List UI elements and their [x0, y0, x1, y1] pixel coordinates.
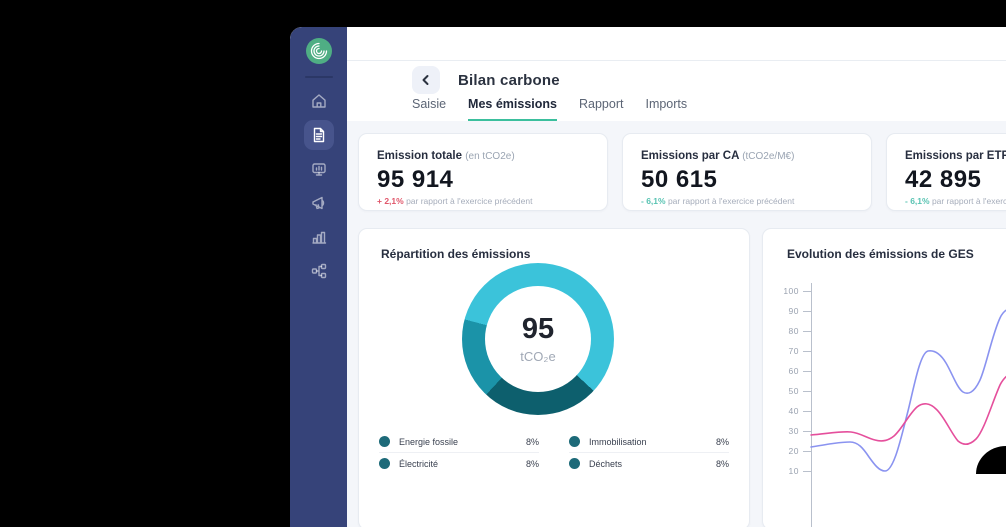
page-head: Bilan carbone Saisie Mes émissions Rappo…: [347, 61, 1006, 121]
legend-dot: [379, 436, 390, 447]
sidebar-item-announcements[interactable]: [302, 186, 336, 220]
topbar: [347, 27, 1006, 61]
kpi-card-emissions-par-etp: Emissions par ETP (tCO2e/ETP) 42 895 - 6…: [886, 133, 1006, 211]
kpi-card-emission-totale: Emission totale (en tCO2e) 95 914 + 2,1%…: [358, 133, 608, 211]
back-button[interactable]: [412, 66, 440, 94]
page-title: Bilan carbone: [458, 72, 560, 89]
line-chart-card: Evolution des émissions de GES 100 90 80…: [762, 228, 1006, 527]
tab-mes-emissions[interactable]: Mes émissions: [468, 97, 557, 121]
line-chart-plot: [763, 229, 1006, 527]
kpi-value: 50 615: [641, 166, 717, 194]
legend-label: Immobilisation: [589, 437, 647, 447]
legend-dot: [569, 436, 580, 447]
legend-value: 8%: [716, 437, 729, 447]
kpi-delta-note: - 6,1% par rapport à l'exercice précéden…: [641, 196, 794, 206]
sidebar-item-dashboard[interactable]: [302, 152, 336, 186]
donut-center-value: 95: [522, 315, 554, 344]
app-window: Bilan carbone Saisie Mes émissions Rappo…: [290, 27, 1006, 527]
tab-bar: Saisie Mes émissions Rapport Imports: [412, 97, 687, 121]
legend-dot: [569, 458, 580, 469]
hierarchy-icon: [310, 262, 328, 280]
donut-chart: 95 tCO₂e: [462, 263, 614, 415]
legend-dot: [379, 458, 390, 469]
chevron-left-icon: [420, 74, 432, 86]
kpi-value: 95 914: [377, 166, 453, 194]
tab-rapport[interactable]: Rapport: [579, 97, 623, 121]
screen: { "sidebar": { "logo_icon": "green-spira…: [0, 0, 1006, 474]
kpi-card-emissions-par-ca: Emissions par CA (tCO2e/M€) 50 615 - 6,1…: [622, 133, 872, 211]
app-logo[interactable]: [306, 38, 332, 64]
kpi-delta: + 2,1%: [377, 196, 404, 206]
donut-chart-card: Répartition des émissions 95 tCO₂e Energ…: [358, 228, 750, 527]
screen-chart-icon: [310, 160, 328, 178]
donut-center: 95 tCO₂e: [485, 286, 591, 392]
home-icon: [310, 92, 328, 110]
sidebar: [290, 27, 347, 527]
donut-chart-title: Répartition des émissions: [381, 247, 530, 261]
kpi-delta-note: + 2,1% par rapport à l'exercice précéden…: [377, 196, 532, 206]
sidebar-item-organisation[interactable]: [302, 254, 336, 288]
green-spiral-logo-icon: [306, 38, 332, 64]
sidebar-item-analytics[interactable]: [302, 220, 336, 254]
kpi-title: Emissions par ETP (tCO2e/ETP): [905, 150, 1006, 162]
kpi-value: 42 895: [905, 166, 981, 194]
tab-imports[interactable]: Imports: [645, 97, 687, 121]
tab-saisie[interactable]: Saisie: [412, 97, 446, 121]
legend-value: 8%: [526, 459, 539, 469]
kpi-unit: (en tCO2e): [465, 151, 514, 162]
kpi-title: Emissions par CA (tCO2e/M€): [641, 150, 794, 162]
donut-center-unit: tCO₂e: [520, 349, 555, 364]
sidebar-item-documents[interactable]: [302, 118, 336, 152]
kpi-unit: (tCO2e/M€): [742, 151, 794, 162]
kpi-delta: - 6,1%: [641, 196, 666, 206]
sidebar-item-home[interactable]: [302, 84, 336, 118]
document-icon: [310, 126, 328, 144]
kpi-title: Emission totale (en tCO2e): [377, 150, 515, 162]
legend-label: Déchets: [589, 459, 622, 469]
legend-label: Energie fossile: [399, 437, 458, 447]
legend-item-energie-fossile: Energie fossile 8%: [379, 431, 539, 453]
legend-item-dechets: Déchets 8%: [569, 453, 729, 474]
legend-item-immobilisation: Immobilisation 8%: [569, 431, 729, 453]
legend-value: 8%: [526, 437, 539, 447]
legend-item-electricite: Électricité 8%: [379, 453, 539, 474]
bar-chart-icon: [310, 228, 328, 246]
legend-label: Électricité: [399, 459, 438, 469]
megaphone-icon: [310, 194, 328, 212]
sidebar-nav: [302, 84, 336, 288]
kpi-delta-note: - 6,1% par rapport à l'exercice précéden…: [905, 196, 1006, 206]
blue-series-line: [811, 307, 1006, 471]
sidebar-divider: [305, 76, 333, 78]
kpi-delta: - 6,1%: [905, 196, 930, 206]
donut-legend: Energie fossile 8% Immobilisation 8% Éle…: [379, 431, 729, 474]
legend-value: 8%: [716, 459, 729, 469]
